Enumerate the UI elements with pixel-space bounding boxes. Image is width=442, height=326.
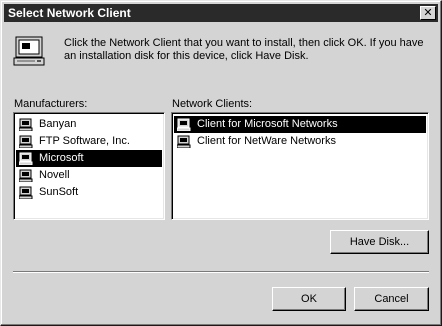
select-network-client-dialog: Select Network Client ✕ Click the Networ… (0, 0, 442, 326)
title-bar[interactable]: Select Network Client ✕ (4, 4, 438, 22)
manufacturer-label: Novell (39, 169, 70, 181)
manufacturer-item-sunsoft[interactable]: SunSoft (16, 184, 162, 201)
client-item-netware-networks[interactable]: Client for NetWare Networks (174, 133, 426, 150)
window-title: Select Network Client (8, 6, 131, 20)
manufacturer-item-ftp-software[interactable]: FTP Software, Inc. (16, 133, 162, 150)
manufacturer-label: FTP Software, Inc. (39, 135, 130, 147)
network-card-icon (19, 186, 33, 199)
separator (13, 271, 429, 273)
close-button[interactable]: ✕ (420, 6, 436, 20)
manufacturer-item-microsoft[interactable]: Microsoft (16, 150, 162, 167)
network-clients-label: Network Clients: (172, 98, 253, 110)
manufacturer-label: Microsoft (37, 151, 86, 165)
client-label: Client for NetWare Networks (197, 135, 336, 147)
network-card-icon (19, 118, 33, 131)
client-item-microsoft-networks[interactable]: Client for Microsoft Networks (174, 116, 426, 133)
cancel-button[interactable]: Cancel (354, 287, 429, 311)
manufacturer-item-banyan[interactable]: Banyan (16, 116, 162, 133)
manufacturers-list[interactable]: Banyan FTP Software, Inc. Microsoft Nove… (13, 112, 165, 220)
ok-button[interactable]: OK (272, 287, 346, 311)
network-card-icon (19, 135, 33, 148)
manufacturer-item-novell[interactable]: Novell (16, 167, 162, 184)
manufacturers-label: Manufacturers: (14, 98, 88, 110)
network-card-icon (19, 169, 33, 182)
network-client-icon (13, 36, 45, 66)
have-disk-button[interactable]: Have Disk... (330, 230, 429, 254)
manufacturer-label: Banyan (39, 118, 77, 130)
manufacturer-label: SunSoft (39, 186, 79, 198)
network-client-icon (177, 118, 191, 131)
network-clients-list[interactable]: Client for Microsoft Networks Client for… (171, 112, 429, 220)
network-card-icon (19, 152, 33, 165)
client-label: Client for Microsoft Networks (195, 117, 340, 131)
instructions-text: Click the Network Client that you want t… (64, 37, 424, 62)
network-client-icon (177, 135, 191, 148)
